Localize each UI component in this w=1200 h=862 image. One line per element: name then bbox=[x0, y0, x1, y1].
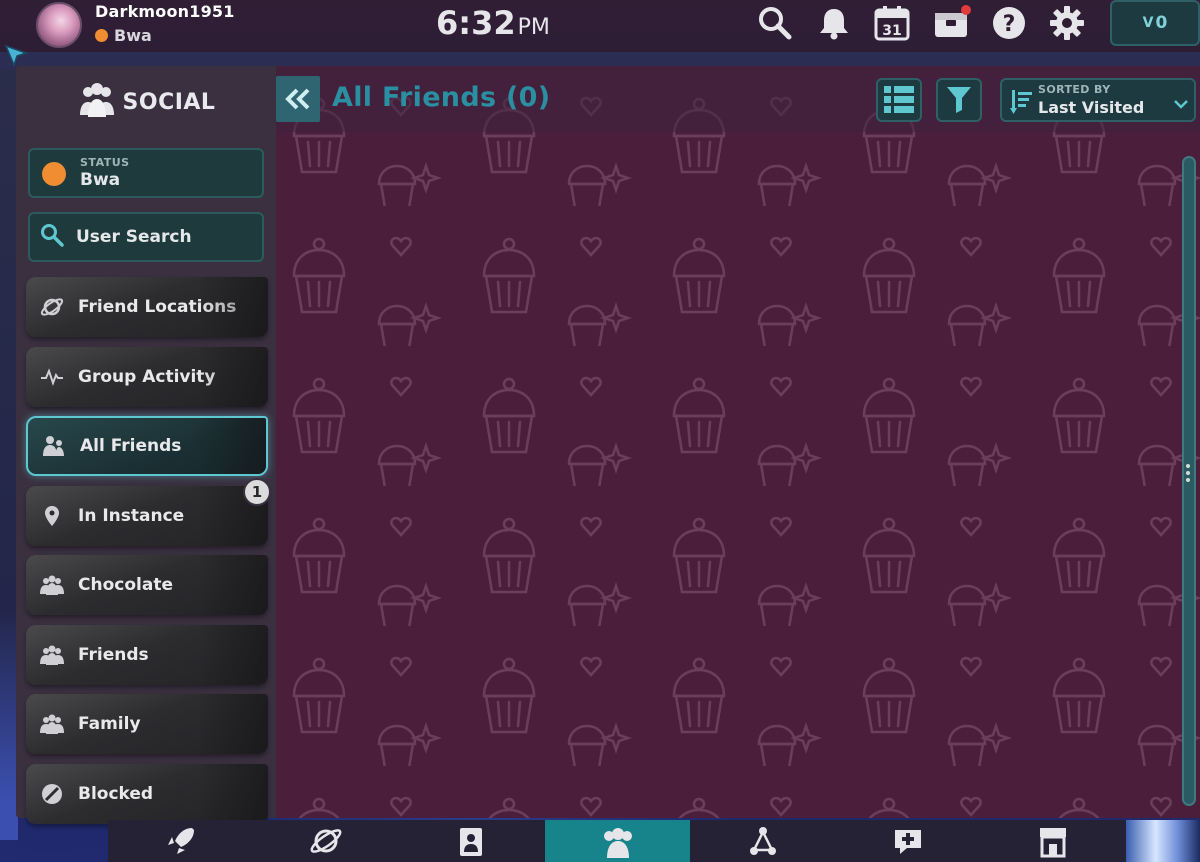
status-dot-icon bbox=[95, 29, 108, 42]
credits-button[interactable]: V0 bbox=[1110, 0, 1200, 46]
sort-label: SORTED BY bbox=[1038, 83, 1111, 96]
rocket-icon bbox=[167, 828, 194, 854]
sidebar-item-label: Family bbox=[78, 714, 141, 734]
group-icon bbox=[40, 712, 64, 736]
sidebar-item-friends[interactable]: Friends bbox=[26, 625, 268, 685]
sidebar-item-in-instance[interactable]: In Instance bbox=[26, 486, 268, 546]
shop-icon bbox=[1039, 828, 1066, 858]
planet-icon bbox=[40, 295, 64, 319]
group-icon bbox=[40, 643, 64, 667]
sidebar-item-label: Group Activity bbox=[78, 367, 216, 387]
username: Darkmoon1951 bbox=[95, 2, 235, 21]
page-title: All Friends (0) bbox=[332, 82, 551, 113]
sidebar-item-group-activity[interactable]: Group Activity bbox=[26, 347, 268, 407]
help-icon[interactable]: ? bbox=[990, 4, 1028, 42]
blocked-icon bbox=[40, 782, 64, 806]
collapse-sidebar-button[interactable] bbox=[276, 76, 320, 122]
settings-gear-icon[interactable] bbox=[1048, 4, 1086, 42]
sort-dropdown[interactable]: SORTED BY Last Visited bbox=[1000, 78, 1196, 122]
social-people-icon bbox=[77, 79, 117, 125]
user-status: Bwa bbox=[95, 26, 152, 45]
credits-icon: V bbox=[1142, 15, 1154, 31]
chat-add-icon bbox=[894, 830, 921, 854]
sidebar-item-label: Blocked bbox=[78, 784, 154, 804]
bottom-dock bbox=[108, 820, 1200, 862]
sidebar-item-all-friends[interactable]: All Friends bbox=[26, 416, 268, 476]
user-status-text: Bwa bbox=[114, 26, 152, 45]
location-pin-icon bbox=[40, 504, 64, 528]
chevron-down-icon bbox=[1174, 94, 1188, 113]
group-icon bbox=[40, 573, 64, 597]
sidebar-item-blocked[interactable]: Blocked bbox=[26, 764, 268, 824]
calendar-day: 31 bbox=[882, 23, 901, 39]
dock-network-button[interactable] bbox=[690, 820, 835, 862]
dock-social-button[interactable] bbox=[545, 820, 690, 862]
status-selector[interactable]: STATUS Bwa bbox=[28, 148, 264, 198]
social-sidebar: SOCIAL STATUS Bwa User Search Friend Loc… bbox=[16, 66, 276, 824]
list-view-icon bbox=[884, 86, 914, 113]
world-preview bbox=[1126, 820, 1200, 862]
social-icon bbox=[603, 828, 632, 858]
user-search-label: User Search bbox=[76, 227, 192, 247]
status-label: STATUS bbox=[80, 156, 130, 169]
dock-shop-button[interactable] bbox=[980, 820, 1125, 862]
friends-icon bbox=[42, 434, 66, 458]
dock-worlds-button[interactable] bbox=[253, 820, 398, 862]
status-dot-icon bbox=[42, 162, 66, 186]
sort-icon bbox=[1010, 90, 1032, 118]
sidebar-item-friend-locations[interactable]: Friend Locations bbox=[26, 277, 268, 337]
dock-launch-button[interactable] bbox=[108, 820, 253, 862]
dock-avatars-button[interactable] bbox=[398, 820, 543, 862]
list-view-button[interactable] bbox=[876, 78, 922, 122]
network-icon bbox=[749, 827, 776, 855]
sidebar-item-label: All Friends bbox=[80, 436, 182, 456]
clock-time: 6:32 bbox=[436, 4, 516, 42]
activity-icon bbox=[40, 365, 64, 389]
sidebar-item-label: Chocolate bbox=[78, 575, 173, 595]
dock-chat-button[interactable] bbox=[835, 820, 980, 862]
notifications-bell-icon[interactable] bbox=[815, 4, 853, 42]
sidebar-item-family[interactable]: Family bbox=[26, 694, 268, 754]
calendar-icon[interactable]: 31 bbox=[873, 4, 911, 42]
filter-button[interactable] bbox=[936, 78, 982, 122]
filter-funnel-icon bbox=[947, 87, 971, 113]
top-bar: Darkmoon1951 Bwa 6:32 PM 31 ? V0 bbox=[0, 0, 1200, 52]
sort-value: Last Visited bbox=[1038, 98, 1145, 117]
sidebar-item-label: Friends bbox=[78, 645, 149, 665]
avatar[interactable] bbox=[36, 2, 82, 48]
sidebar-item-label: Friend Locations bbox=[78, 297, 237, 317]
resize-grip-icon[interactable] bbox=[1186, 464, 1190, 485]
user-search-button[interactable]: User Search bbox=[28, 212, 264, 262]
clock-ampm: PM bbox=[517, 15, 550, 40]
sidebar-title-text: SOCIAL bbox=[122, 89, 216, 115]
search-icon bbox=[40, 223, 64, 252]
clock: 6:32 PM bbox=[436, 4, 550, 42]
sidebar-item-chocolate[interactable]: Chocolate bbox=[26, 555, 268, 615]
double-chevron-left-icon bbox=[285, 88, 310, 110]
svg-text:?: ? bbox=[1003, 12, 1016, 37]
sidebar-title: SOCIAL bbox=[16, 80, 276, 124]
friends-list-area: All Friends (0) SORTED BY Last Visited bbox=[276, 66, 1200, 818]
planet-icon bbox=[310, 829, 341, 853]
notification-dot bbox=[961, 5, 971, 15]
credits-value: 0 bbox=[1155, 13, 1168, 33]
friends-header: All Friends (0) SORTED BY Last Visited bbox=[276, 66, 1200, 132]
search-icon[interactable] bbox=[756, 4, 794, 42]
cupcake-pattern-background bbox=[276, 66, 1200, 818]
sidebar-item-label: In Instance bbox=[78, 506, 185, 526]
in-instance-count-badge: 1 bbox=[243, 478, 271, 506]
avatar-card-icon bbox=[459, 828, 482, 856]
status-value: Bwa bbox=[80, 170, 121, 190]
